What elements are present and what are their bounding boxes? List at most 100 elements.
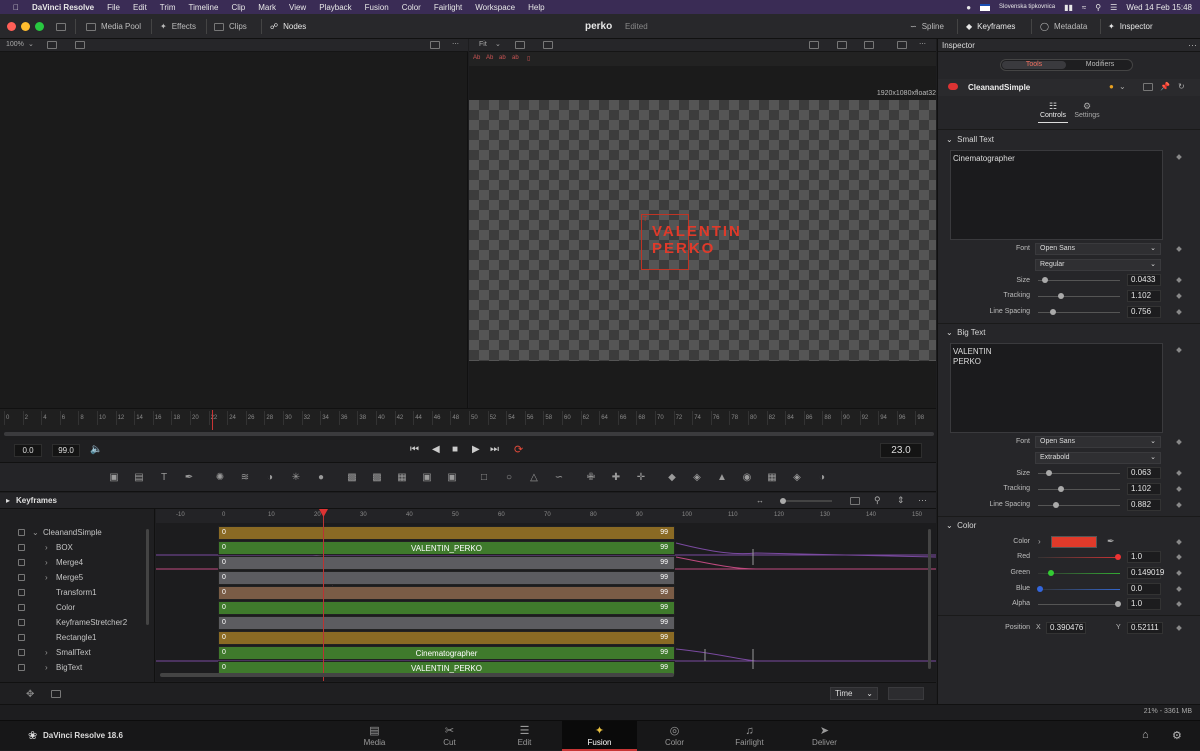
node-toggle-icon[interactable]	[948, 83, 958, 90]
color-keyframe-icon[interactable]	[1176, 539, 1182, 545]
blue-keyframe-icon[interactable]	[1176, 586, 1182, 592]
settings-gear-icon[interactable]: ⚙	[1172, 729, 1182, 742]
minimize-window-button[interactable]	[21, 22, 30, 31]
paint-tool-icon[interactable]: ✒	[183, 472, 195, 483]
wifi-icon[interactable]: ≈	[1082, 3, 1086, 12]
blur-tool-icon[interactable]: ≋	[239, 472, 251, 483]
small-spacing-keyframe-icon[interactable]	[1176, 309, 1182, 315]
viewer-lut-icon[interactable]	[75, 41, 85, 49]
lock-icon[interactable]	[18, 619, 25, 626]
tree-item[interactable]: › BOX	[0, 540, 150, 555]
tree-item[interactable]: › Merge5	[0, 570, 150, 585]
big-text-input[interactable]: VALENTIN PERKO	[950, 343, 1163, 433]
battery-icon[interactable]: ▮▮	[1064, 3, 1073, 12]
small-style-select[interactable]: Regular ⌄	[1035, 259, 1161, 271]
page-cut[interactable]: ✂ Cut	[412, 721, 487, 751]
keyframe-bar[interactable]: 0 99	[218, 556, 675, 570]
apple-icon[interactable]: 	[13, 3, 19, 12]
menu-file[interactable]: File	[107, 3, 120, 12]
effects-button[interactable]: ✦ Effects	[160, 14, 196, 39]
render-end-field[interactable]: 99.0	[52, 444, 80, 457]
time-ruler[interactable]: 0 2 4 6 8 10 12 14 16 18 20 22 24 26 28 30 32 34 36 38 40 42 4…	[0, 408, 936, 430]
zoom-chevron-icon[interactable]: ⌄	[28, 40, 34, 48]
media-pool-button[interactable]: Media Pool	[86, 14, 141, 39]
tree-item[interactable]: KeyframeStretcher2	[0, 615, 150, 630]
color-expand-icon[interactable]: ›	[1038, 537, 1041, 546]
loader-tool-icon[interactable]: ▣	[421, 472, 433, 483]
rectangle-mask-icon[interactable]: □	[478, 472, 490, 483]
clips-button[interactable]: Clips	[214, 14, 247, 39]
small-tracking-slider[interactable]	[1038, 293, 1120, 299]
expand-chevron-icon[interactable]: ›	[45, 645, 48, 660]
inspector-button[interactable]: ✦ Inspector	[1108, 14, 1153, 39]
tab-modifiers[interactable]: Modifiers	[1068, 61, 1132, 69]
left-viewer-zoom[interactable]: 100%	[6, 41, 24, 48]
viewer-options-icon[interactable]	[47, 41, 57, 49]
fit-view-icon[interactable]	[850, 497, 860, 505]
lock-icon[interactable]	[18, 529, 25, 536]
timeline-scrub-bar[interactable]	[4, 432, 934, 436]
lock-icon[interactable]	[18, 559, 25, 566]
keyframe-bar[interactable]: 0 99	[218, 601, 675, 615]
big-tracking-keyframe-icon[interactable]	[1176, 486, 1182, 492]
small-spacing-slider[interactable]	[1038, 309, 1120, 315]
menu-clip[interactable]: Clip	[231, 3, 245, 12]
expand-chevron-icon[interactable]: ›	[45, 555, 48, 570]
go-to-start-icon[interactable]: ⏮	[410, 444, 419, 455]
more-options-icon-2[interactable]: ⋯	[919, 40, 926, 48]
expand-chevron-icon[interactable]: ›	[45, 540, 48, 555]
spread-icon[interactable]: ✥	[26, 689, 34, 700]
loop-icon[interactable]: ⟳	[514, 443, 523, 456]
small-spacing-field[interactable]: 0.756	[1127, 306, 1161, 318]
fit-chevron-icon[interactable]: ⌄	[495, 40, 501, 48]
sort-icon[interactable]: ⇕	[897, 495, 905, 506]
small-tracking-keyframe-icon[interactable]	[1176, 293, 1182, 299]
viewer-options-icon-2[interactable]	[515, 41, 525, 49]
panel-toggle-icon[interactable]	[56, 14, 66, 39]
fog3d-tool-icon[interactable]: ◑	[816, 472, 828, 483]
matte-control-icon[interactable]: ▦	[396, 472, 408, 483]
alpha-field[interactable]: 1.0	[1127, 598, 1161, 610]
reset-icon[interactable]: ↻	[1178, 82, 1185, 91]
keyframe-bar[interactable]: 0 VALENTIN_PERKO 99	[218, 541, 675, 555]
saver-tool-icon[interactable]: ▣	[446, 472, 458, 483]
node-color-dot-icon[interactable]: ●	[1109, 82, 1114, 91]
image-tool-icon[interactable]: ▤	[133, 472, 145, 483]
light-tool-icon[interactable]: ✳	[290, 472, 302, 483]
channel-icon[interactable]	[837, 41, 847, 49]
keyframes-hscroll[interactable]	[160, 673, 674, 677]
keyframe-bar[interactable]: 0 Cinematographer 99	[218, 646, 675, 660]
table-view-icon[interactable]	[51, 690, 61, 698]
keyframes-tracks[interactable]: 0 99 0 VALENTIN_PERKO 99 0 99 0 99 0 99 0 99 0 99 0 99 0 C…	[156, 523, 936, 681]
keyframe-bar[interactable]: 0 99	[218, 586, 675, 600]
page-fairlight[interactable]: ♫ Fairlight	[712, 721, 787, 751]
tree-item[interactable]: Color	[0, 600, 150, 615]
red-field[interactable]: 1.0	[1127, 551, 1161, 563]
tree-item[interactable]: › BigText	[0, 660, 150, 675]
big-spacing-keyframe-icon[interactable]	[1176, 502, 1182, 508]
settings-subtab[interactable]: ⚙ Settings	[1072, 101, 1102, 119]
roi-icon[interactable]	[809, 41, 819, 49]
small-font-keyframe-icon[interactable]	[1176, 246, 1182, 252]
merge-tool-icon[interactable]: ▩	[346, 472, 358, 483]
text-tool-icon[interactable]: T	[158, 472, 170, 483]
text-tool-ab-3[interactable]: ab	[499, 55, 506, 61]
menu-edit[interactable]: Edit	[133, 3, 147, 12]
green-field[interactable]: 0.149019	[1127, 567, 1164, 579]
close-window-button[interactable]	[7, 22, 16, 31]
color-swatch[interactable]	[1051, 536, 1097, 548]
page-edit[interactable]: ☰ Edit	[487, 721, 562, 751]
small-tracking-field[interactable]: 1.102	[1127, 290, 1161, 302]
lock-icon[interactable]	[18, 574, 25, 581]
ellipse-mask-icon[interactable]: ○	[503, 472, 515, 483]
more-options-icon[interactable]: ⋯	[452, 40, 459, 48]
tab-tools[interactable]: Tools	[1002, 61, 1066, 69]
time-mode-select[interactable]: Time ⌄	[830, 687, 878, 700]
keyframes-collapse-icon[interactable]: ▸	[6, 496, 10, 505]
status-dot-icon[interactable]: ●	[966, 3, 971, 12]
keyframes-playhead[interactable]	[323, 509, 324, 681]
lock-icon[interactable]	[18, 589, 25, 596]
stop-icon[interactable]: ■	[452, 444, 458, 455]
big-tracking-field[interactable]: 1.102	[1127, 483, 1161, 495]
go-to-end-icon[interactable]: ⏭	[490, 444, 499, 455]
